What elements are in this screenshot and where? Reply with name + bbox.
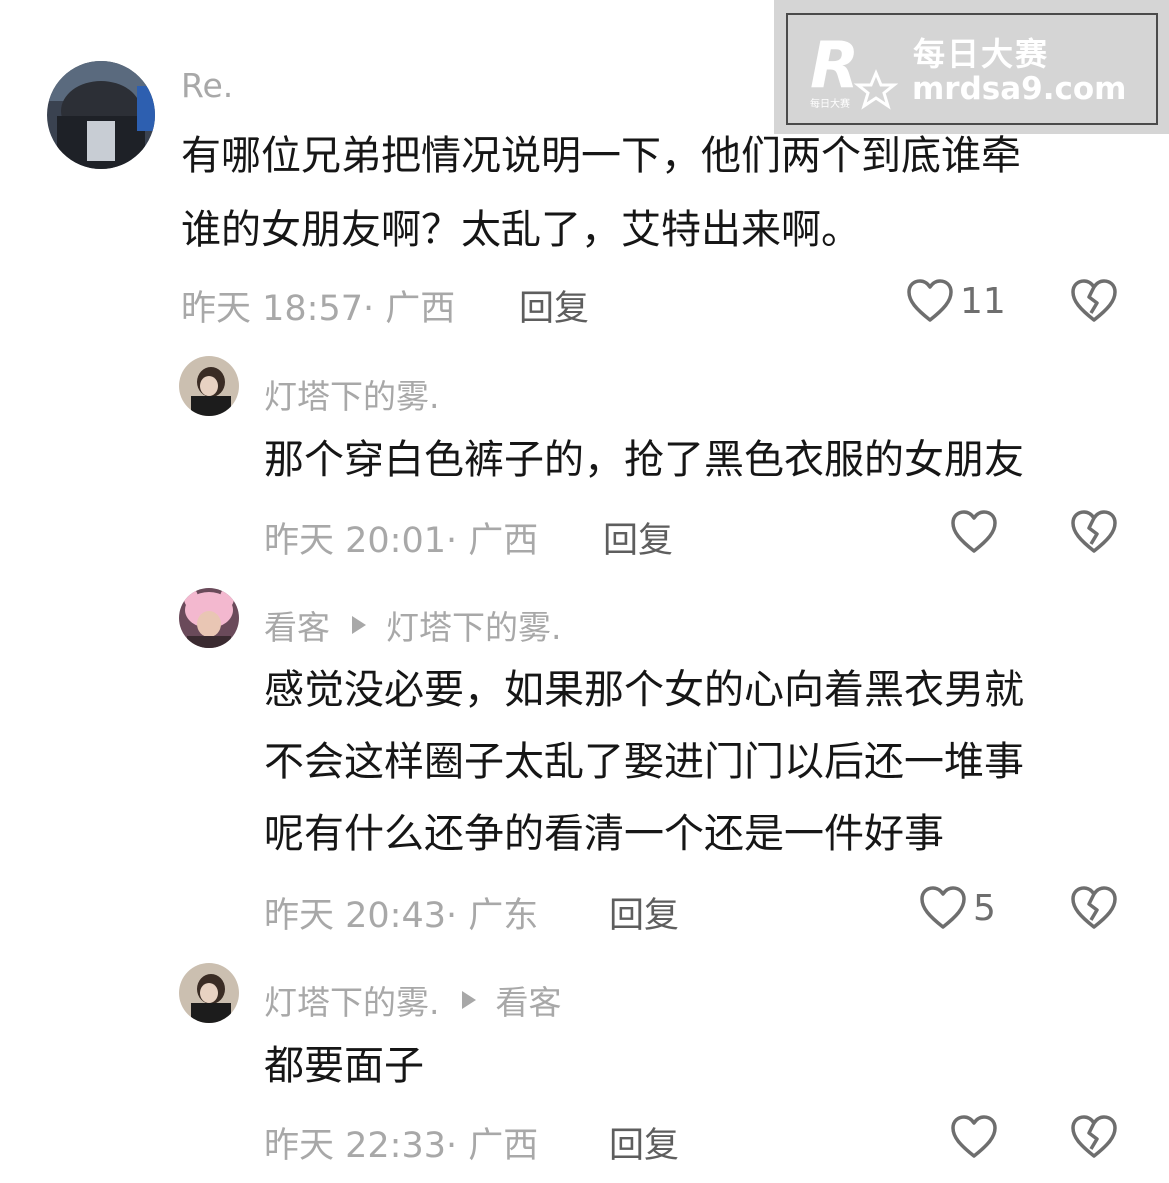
like-button[interactable]: 11 [906, 278, 1006, 324]
broken-heart-icon [1071, 886, 1117, 929]
comment-author: 看客 灯塔下的雾. [264, 601, 562, 649]
comment-author[interactable]: Re. [181, 66, 233, 105]
heart-outline-icon [920, 886, 966, 929]
watermark-url: mrdsa9.com [912, 71, 1127, 107]
like-button[interactable] [950, 1114, 1004, 1160]
comment-text-line: 都要面子 [264, 1043, 424, 1089]
heart-outline-icon [951, 510, 997, 553]
comment-text-line: 呢有什么还争的看清一个还是一件好事 [264, 811, 944, 857]
comment-author[interactable]: 灯塔下的雾. [264, 370, 440, 418]
comment-timestamp: 昨天 22:33· 广西 [264, 1126, 539, 1166]
comment-author-name[interactable]: 灯塔下的雾. [264, 976, 440, 1024]
reply-button[interactable]: 回复 [603, 512, 673, 563]
heart-outline-icon [907, 279, 953, 322]
avatar[interactable] [179, 356, 239, 416]
watermark: R 每日大赛 每日大赛 mrdsa9.com [774, 0, 1169, 134]
comment-text-line: 有哪位兄弟把情况说明一下，他们两个到底谁牵 [181, 133, 1021, 179]
svg-text:每日大赛: 每日大赛 [810, 97, 850, 110]
comment-timestamp: 昨天 20:43· 广东 [264, 896, 539, 936]
avatar[interactable] [179, 588, 239, 648]
broken-heart-icon [1071, 510, 1117, 553]
triangle-right-icon [461, 991, 476, 1009]
like-count: 11 [960, 280, 1006, 322]
watermark-frame: R 每日大赛 每日大赛 mrdsa9.com [786, 13, 1158, 125]
reply-button[interactable]: 回复 [519, 280, 589, 331]
comment-text-line: 谁的女朋友啊？太乱了，艾特出来啊。 [181, 207, 861, 253]
comment-author: 灯塔下的雾. 看客 [264, 976, 562, 1024]
watermark-title: 每日大赛 [913, 35, 1050, 73]
heart-outline-icon [951, 1115, 997, 1158]
svg-text:R: R [810, 29, 859, 103]
comment-text-line: 不会这样圈子太乱了娶进门门以后还一堆事 [264, 739, 1024, 785]
dislike-button[interactable] [1070, 885, 1118, 935]
comment-timestamp: 昨天 18:57· 广西 [181, 289, 456, 329]
dislike-button[interactable] [1070, 278, 1118, 328]
comment-text-line: 感觉没必要，如果那个女的心向着黑衣男就 [264, 667, 1024, 713]
triangle-right-icon [352, 616, 366, 634]
like-count: 5 [973, 887, 996, 929]
avatar[interactable] [47, 61, 155, 169]
like-button[interactable]: 5 [919, 885, 996, 931]
watermark-logo: R 每日大赛 [810, 29, 898, 110]
comment-text-line: 那个穿白色裤子的，抢了黑色衣服的女朋友 [264, 437, 1024, 483]
reply-button[interactable]: 回复 [609, 1117, 679, 1168]
comment-author-name[interactable]: 看客 [264, 601, 330, 649]
broken-heart-icon [1071, 279, 1117, 322]
avatar[interactable] [179, 963, 239, 1023]
like-button[interactable] [950, 509, 1004, 555]
comment-timestamp: 昨天 20:01· 广西 [264, 521, 539, 561]
dislike-button[interactable] [1070, 1114, 1118, 1164]
reply-button[interactable]: 回复 [609, 887, 679, 938]
comment-thread: R 每日大赛 每日大赛 mrdsa9.com Re. 有哪位兄弟把情况说明一下，… [0, 0, 1169, 1183]
broken-heart-icon [1071, 1115, 1117, 1158]
dislike-button[interactable] [1070, 509, 1118, 559]
reply-to-name[interactable]: 看客 [496, 976, 562, 1024]
reply-to-name[interactable]: 灯塔下的雾. [386, 601, 562, 649]
